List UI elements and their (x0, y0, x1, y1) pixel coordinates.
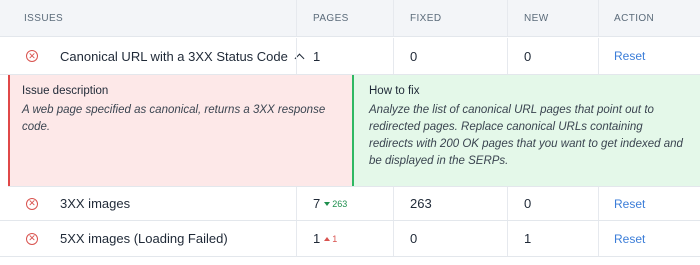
column-divider (393, 221, 394, 256)
triangle-down-icon (324, 201, 331, 206)
column-divider (598, 0, 599, 36)
issue-toggle[interactable]: ✕ Canonical URL with a 3XX Status Code (8, 38, 305, 74)
reset-link[interactable]: Reset (614, 187, 645, 220)
fixed-value: 263 (410, 196, 432, 211)
triangle-up-icon (324, 236, 331, 241)
issue-description-text: A web page specified as canonical, retur… (22, 104, 326, 133)
column-divider (507, 187, 508, 220)
column-divider (296, 0, 297, 36)
column-header-issues: ISSUES (24, 12, 64, 24)
issue-label: 3XX images (60, 196, 131, 211)
table-row: ✕ 3XX images 7 263 263 0 Reset (0, 187, 700, 221)
pages-value-cell: 7 263 (313, 187, 347, 220)
table-row: ✕ 5XX images (Loading Failed) 1 1 0 1 Re… (0, 221, 700, 257)
column-header-action: ACTION (614, 12, 655, 24)
column-divider (507, 38, 508, 74)
issue-description-title: Issue description (22, 85, 109, 97)
issue-toggle[interactable]: ✕ 5XX images (Loading Failed) (8, 221, 228, 256)
pages-value-cell: 1 1 (313, 221, 337, 256)
issue-details-panel: Issue description A web page specified a… (8, 75, 700, 187)
column-divider (507, 221, 508, 256)
error-circle-icon: ✕ (26, 50, 38, 62)
column-header-new: NEW (524, 12, 549, 24)
column-divider (296, 221, 297, 256)
new-value: 0 (524, 196, 532, 211)
issue-label: Canonical URL with a 3XX Status Code (60, 48, 288, 64)
reset-link[interactable]: Reset (614, 38, 645, 74)
column-divider (393, 0, 394, 36)
table-header: ISSUES PAGES FIXED NEW ACTION (0, 0, 700, 37)
issue-toggle[interactable]: ✕ 3XX images (8, 187, 130, 220)
fixed-value: 0 (410, 231, 418, 246)
column-divider (296, 38, 297, 74)
pages-delta-value: 1 (332, 233, 338, 244)
pages-value: 1 (313, 48, 321, 64)
pages-delta-value: 263 (332, 198, 348, 209)
column-divider (598, 38, 599, 74)
how-to-fix-text: Analyze the list of canonical URL pages … (369, 104, 683, 167)
pages-delta-up: 1 (324, 234, 337, 244)
column-divider (393, 38, 394, 74)
new-value: 1 (524, 231, 532, 246)
column-divider (296, 187, 297, 220)
issue-description-box: Issue description A web page specified a… (8, 75, 352, 186)
pages-value: 1 (313, 231, 321, 246)
fixed-value: 0 (410, 48, 418, 64)
error-circle-icon: ✕ (26, 197, 38, 210)
column-divider (598, 221, 599, 256)
reset-link[interactable]: Reset (614, 221, 645, 256)
column-divider (507, 0, 508, 36)
column-divider (598, 187, 599, 220)
column-header-fixed: FIXED (410, 12, 442, 24)
how-to-fix-box: How to fix Analyze the list of canonical… (352, 75, 700, 186)
table-row: ✕ Canonical URL with a 3XX Status Code 1… (0, 38, 700, 75)
new-value: 0 (524, 48, 532, 64)
error-circle-icon: ✕ (26, 232, 38, 245)
issue-label: 5XX images (Loading Failed) (60, 231, 228, 246)
how-to-fix-title: How to fix (369, 85, 420, 97)
pages-value: 7 (313, 196, 321, 211)
column-divider (393, 187, 394, 220)
column-header-pages: PAGES (313, 12, 349, 24)
pages-delta-down: 263 (324, 199, 347, 209)
